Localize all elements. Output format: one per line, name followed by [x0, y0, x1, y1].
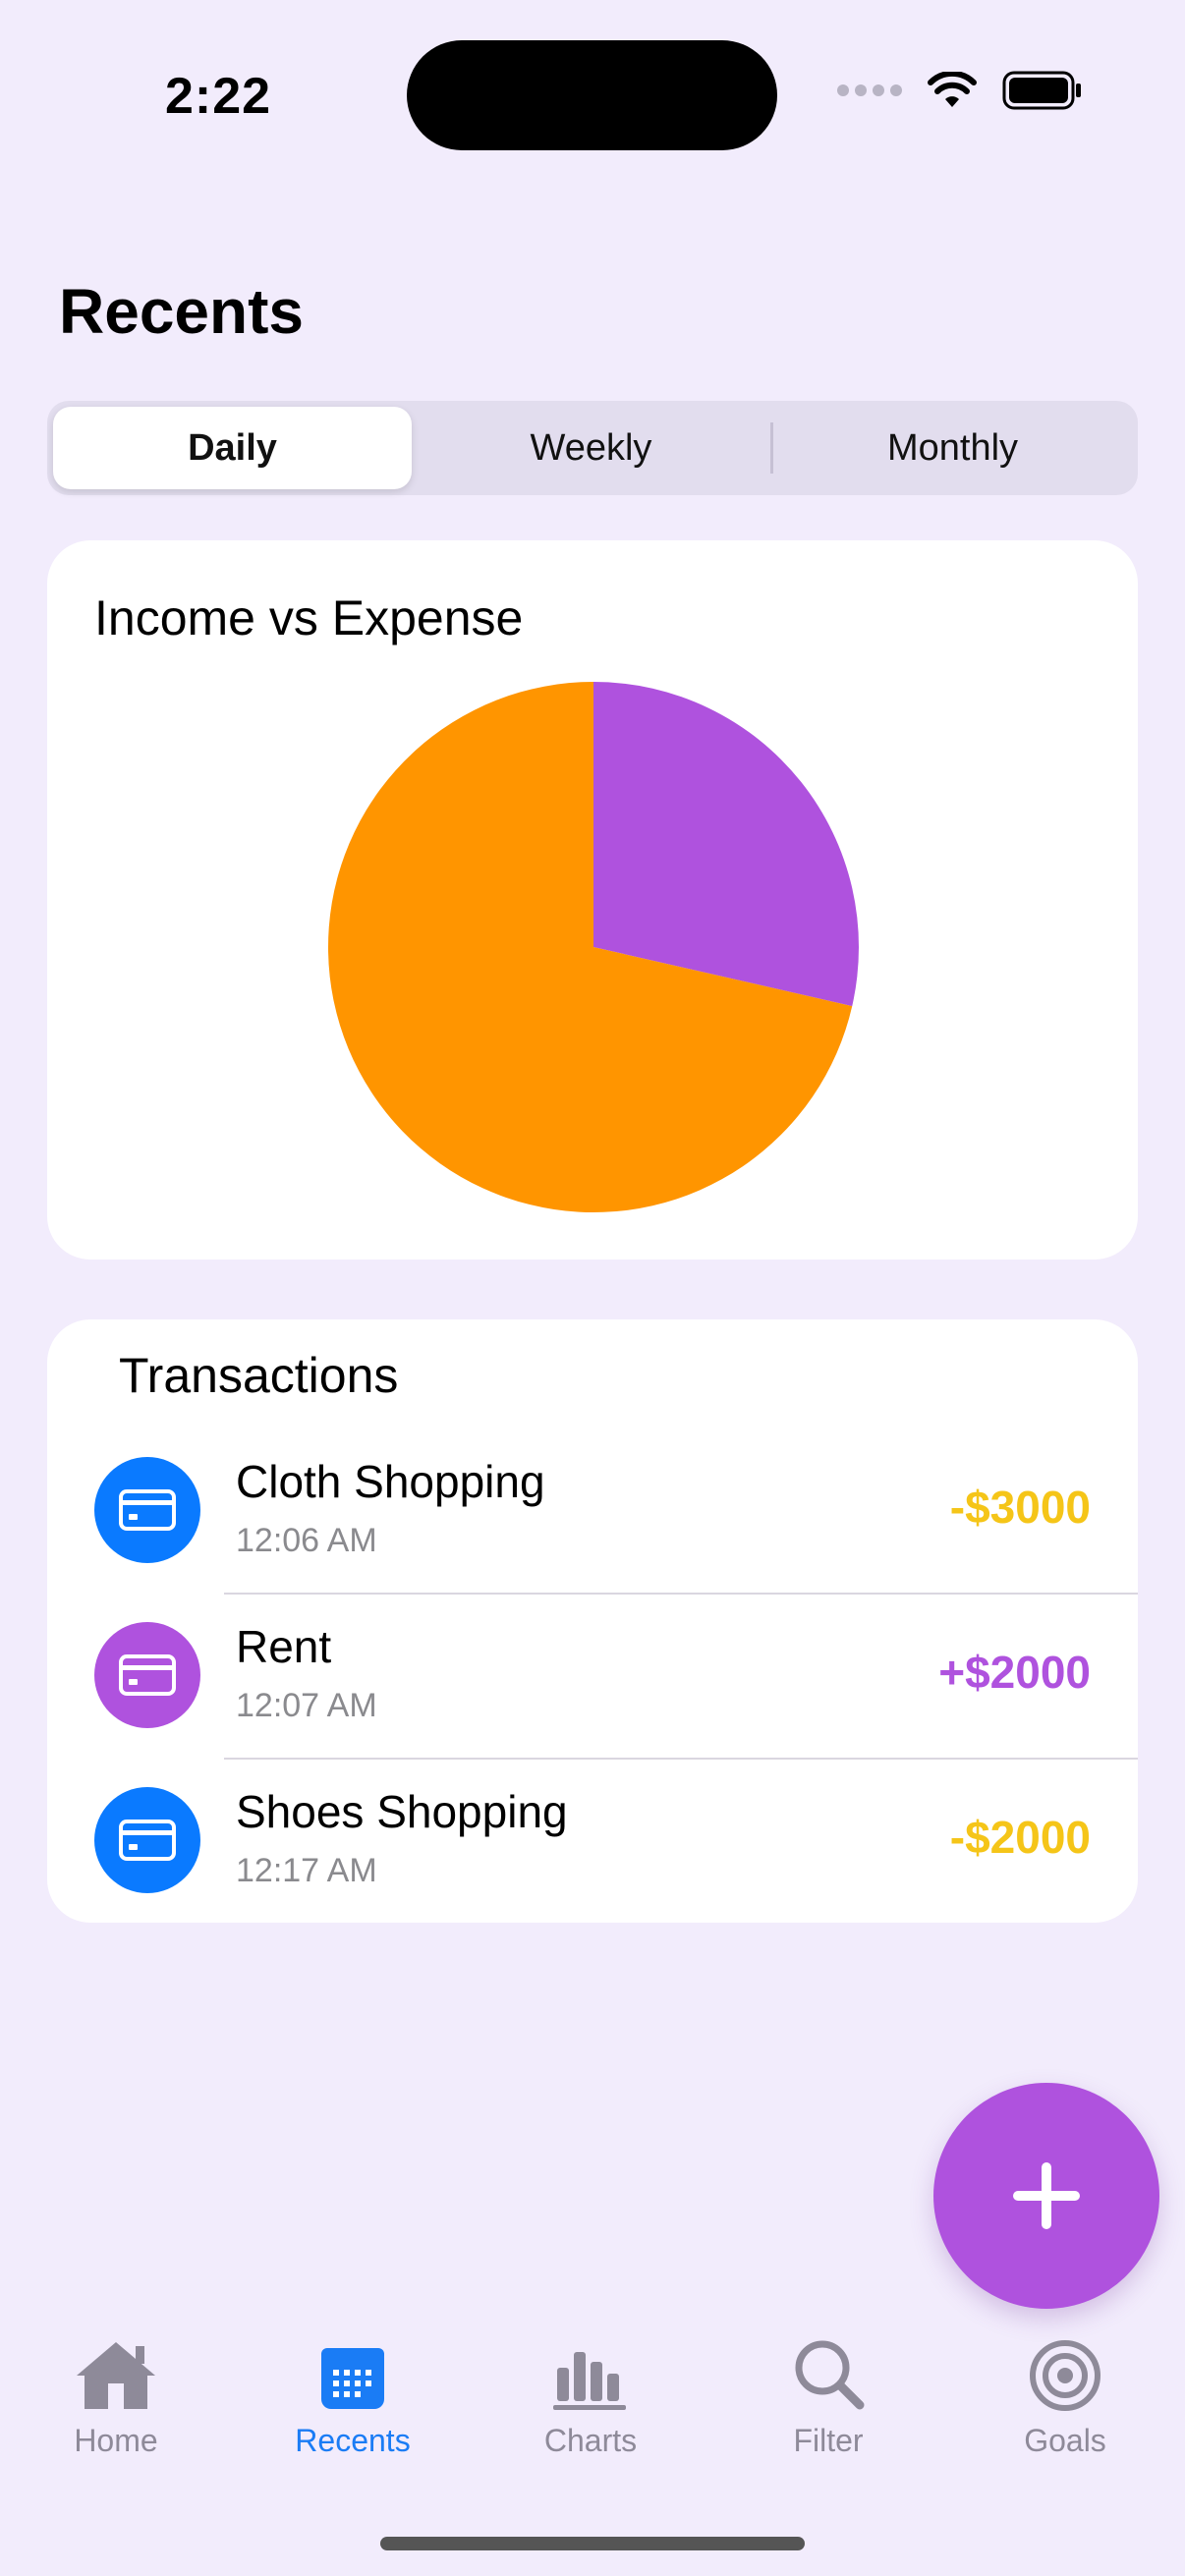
- transactions-title: Transactions: [119, 1348, 399, 1403]
- house-icon: [77, 2342, 155, 2409]
- transaction-amount: -$3000: [949, 1482, 1091, 1533]
- wifi-icon: [928, 72, 977, 107]
- tab-goals[interactable]: Goals: [967, 2338, 1163, 2459]
- credit-card-icon: [94, 1457, 200, 1563]
- income-expense-card: Income vs Expense: [47, 540, 1138, 1260]
- plus-icon: [1013, 2162, 1080, 2229]
- transaction-time: 12:06 AM: [236, 1522, 377, 1559]
- status-time: 2:22: [165, 68, 272, 125]
- add-transaction-button[interactable]: [933, 2083, 1159, 2309]
- tab-charts[interactable]: Charts: [492, 2338, 689, 2459]
- transactions-card: Transactions Cloth Shopping 12:06 AM -$3…: [47, 1319, 1138, 1923]
- search-icon: [795, 2340, 865, 2410]
- tab-home[interactable]: Home: [18, 2338, 214, 2459]
- chart-title: Income vs Expense: [94, 590, 524, 645]
- segment-weekly[interactable]: Weekly: [412, 407, 770, 489]
- tab-recents[interactable]: Recents: [254, 2338, 451, 2459]
- transaction-name: Cloth Shopping: [236, 1456, 545, 1507]
- transaction-name: Rent: [236, 1621, 332, 1672]
- tab-label: Home: [74, 2423, 158, 2458]
- battery-icon: [1002, 71, 1081, 110]
- credit-card-icon: [94, 1787, 200, 1893]
- tab-label: Recents: [295, 2423, 411, 2458]
- calendar-icon: [321, 2348, 384, 2409]
- credit-card-icon: [94, 1622, 200, 1728]
- tab-label: Goals: [1024, 2423, 1106, 2458]
- bar-chart-icon: [553, 2352, 626, 2410]
- tab-label: Filter: [793, 2423, 864, 2458]
- transaction-amount: -$2000: [949, 1812, 1091, 1863]
- dynamic-island: [407, 40, 777, 150]
- transaction-row[interactable]: Shoes Shopping 12:17 AM -$2000: [47, 1760, 1138, 1925]
- target-icon: [1030, 2340, 1100, 2411]
- transaction-name: Shoes Shopping: [236, 1786, 568, 1837]
- transaction-time: 12:17 AM: [236, 1852, 377, 1889]
- transaction-row[interactable]: Rent 12:07 AM +$2000: [47, 1595, 1138, 1760]
- tab-filter[interactable]: Filter: [730, 2338, 927, 2459]
- segment-daily[interactable]: Daily: [53, 407, 412, 489]
- home-indicator: [380, 2537, 805, 2550]
- transaction-row[interactable]: Cloth Shopping 12:06 AM -$3000: [47, 1429, 1138, 1595]
- tab-bar: Home Recents Charts Filter Goals: [0, 2338, 1185, 2515]
- page-title: Recents: [59, 276, 304, 347]
- income-expense-pie-chart: [328, 682, 859, 1212]
- transaction-time: 12:07 AM: [236, 1687, 377, 1724]
- tab-label: Charts: [543, 2423, 638, 2458]
- segment-monthly[interactable]: Monthly: [773, 407, 1132, 489]
- status-icons: [837, 71, 1083, 110]
- period-segmented-control: Daily Weekly Monthly: [47, 401, 1138, 495]
- transaction-amount: +$2000: [938, 1647, 1091, 1698]
- cellular-signal-icon: [837, 84, 902, 96]
